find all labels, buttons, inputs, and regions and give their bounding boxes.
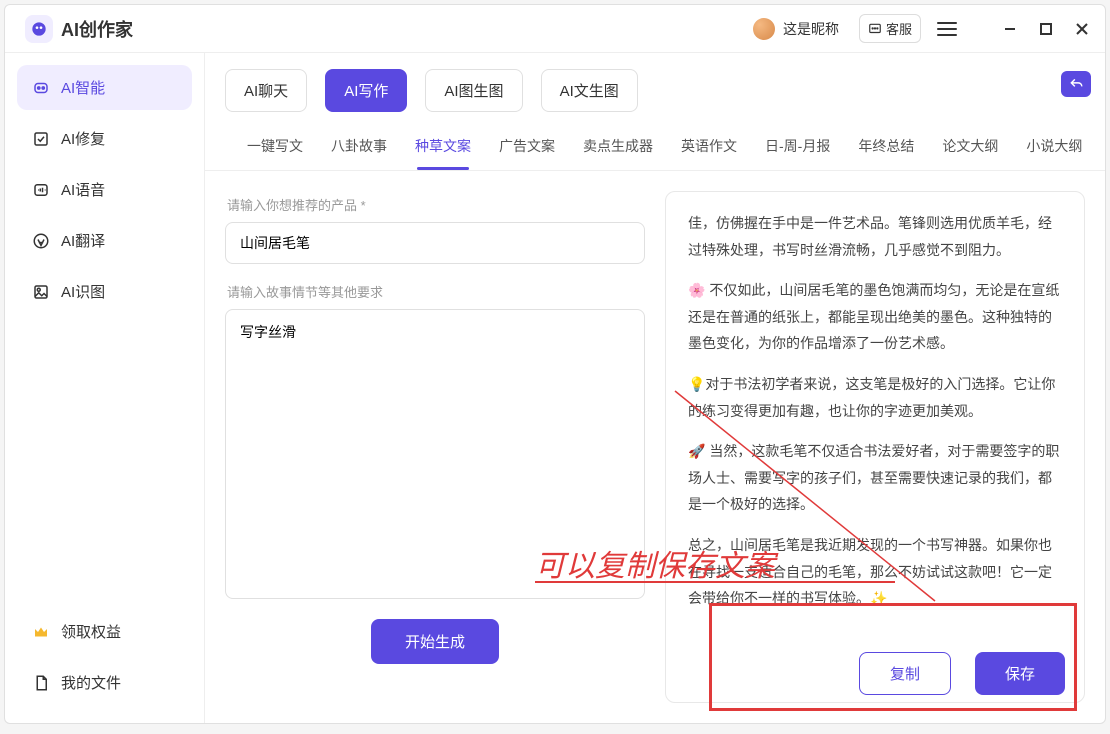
smart-icon <box>31 78 51 98</box>
subtab-active[interactable]: 种草文案 <box>413 128 473 170</box>
product-input[interactable] <box>225 222 645 264</box>
tab-txt2img[interactable]: AI文生图 <box>541 69 638 112</box>
output-text: 总之，山间居毛笔是我近期发现的一个书写神器。如果你也在寻找一支适合自己的毛笔，那… <box>688 532 1062 612</box>
sidebar-item-label: AI翻译 <box>61 230 105 251</box>
translate-icon <box>31 231 51 251</box>
close-icon[interactable] <box>1069 16 1095 42</box>
tab-write[interactable]: AI写作 <box>325 69 407 112</box>
sidebar-item-ai-repair[interactable]: AI修复 <box>17 116 192 161</box>
subtab[interactable]: 卖点生成器 <box>581 128 655 170</box>
sidebar-item-label: AI智能 <box>61 77 105 98</box>
copy-button[interactable]: 复制 <box>859 652 951 695</box>
user-area[interactable]: 这是昵称 <box>753 18 839 40</box>
sidebar-item-label: AI识图 <box>61 281 105 302</box>
sidebar-item-label: AI语音 <box>61 179 105 200</box>
app-title: AI创作家 <box>61 16 133 42</box>
sidebar-item-files[interactable]: 我的文件 <box>17 660 192 705</box>
output-panel: 佳，仿佛握在手中是一件艺术品。笔锋则选用优质羊毛，经过特殊处理，书写时丝滑流畅，… <box>665 191 1085 703</box>
file-icon <box>31 673 51 693</box>
subtab[interactable]: 小说大纲 <box>1024 128 1084 170</box>
repair-icon <box>31 129 51 149</box>
sidebar-item-ai-translate[interactable]: AI翻译 <box>17 218 192 263</box>
output-text: 🌸 不仅如此，山间居毛笔的墨色饱满而均匀，无论是在宣纸还是在普通的纸张上，都能呈… <box>688 277 1062 357</box>
maximize-icon[interactable] <box>1033 16 1059 42</box>
sidebar-item-ai-voice[interactable]: AI语音 <box>17 167 192 212</box>
output-text: 佳，仿佛握在手中是一件艺术品。笔锋则选用优质羊毛，经过特殊处理，书写时丝滑流畅，… <box>688 210 1062 263</box>
cs-label: 客服 <box>886 19 912 38</box>
crown-icon <box>31 622 51 642</box>
sidebar-item-label: 我的文件 <box>61 672 121 693</box>
title-bar: AI创作家 这是昵称 客服 <box>5 5 1105 53</box>
nickname: 这是昵称 <box>783 19 839 39</box>
subtab[interactable]: 英语作文 <box>679 128 739 170</box>
menu-icon[interactable] <box>937 19 957 39</box>
subtab[interactable]: 八卦故事 <box>329 128 389 170</box>
sidebar-item-ai-smart[interactable]: AI智能 <box>17 65 192 110</box>
extra-input[interactable] <box>225 309 645 599</box>
sidebar-item-ai-image[interactable]: AI识图 <box>17 269 192 314</box>
subtab[interactable]: 年终总结 <box>856 128 916 170</box>
sidebar-item-label: AI修复 <box>61 128 105 149</box>
subtab[interactable]: 日-周-月报 <box>763 128 832 170</box>
avatar <box>753 18 775 40</box>
sidebar-item-label: 领取权益 <box>61 621 121 642</box>
voice-icon <box>31 180 51 200</box>
tab-img2img[interactable]: AI图生图 <box>425 69 522 112</box>
sidebar: AI智能 AI修复 AI语音 AI翻译 AI识图 领取权益 <box>5 53 205 723</box>
logo-icon <box>25 15 53 43</box>
subtab[interactable]: 广告文案 <box>497 128 557 170</box>
customer-service-button[interactable]: 客服 <box>859 14 921 43</box>
minimize-icon[interactable] <box>997 16 1023 42</box>
bottom-actions: 复制 保存 <box>859 652 1065 695</box>
product-label: 请输入你想推荐的产品 * <box>227 195 645 214</box>
primary-tabs: AI聊天 AI写作 AI图生图 AI文生图 <box>205 53 1105 120</box>
subtab[interactable]: 论文大纲 <box>940 128 1000 170</box>
save-button[interactable]: 保存 <box>975 652 1065 695</box>
output-text: 💡对于书法初学者来说，这支笔是极好的入门选择。它让你的练习变得更加有趣，也让你的… <box>688 371 1062 424</box>
extra-label: 请输入故事情节等其他要求 <box>227 282 645 301</box>
app-logo: AI创作家 <box>25 15 133 43</box>
sidebar-item-rights[interactable]: 领取权益 <box>17 609 192 654</box>
output-text: 🚀 当然，这款毛笔不仅适合书法爱好者，对于需要签字的职场人士、需要写字的孩子们，… <box>688 438 1062 518</box>
generate-button[interactable]: 开始生成 <box>371 619 499 664</box>
secondary-tabs: 一键写文 八卦故事 种草文案 广告文案 卖点生成器 英语作文 日-周-月报 年终… <box>205 120 1105 171</box>
image-icon <box>31 282 51 302</box>
subtab[interactable]: 一键写文 <box>245 128 305 170</box>
tab-chat[interactable]: AI聊天 <box>225 69 307 112</box>
form-column: 请输入你想推荐的产品 * 请输入故事情节等其他要求 开始生成 <box>225 191 645 703</box>
back-button[interactable] <box>1061 71 1091 97</box>
